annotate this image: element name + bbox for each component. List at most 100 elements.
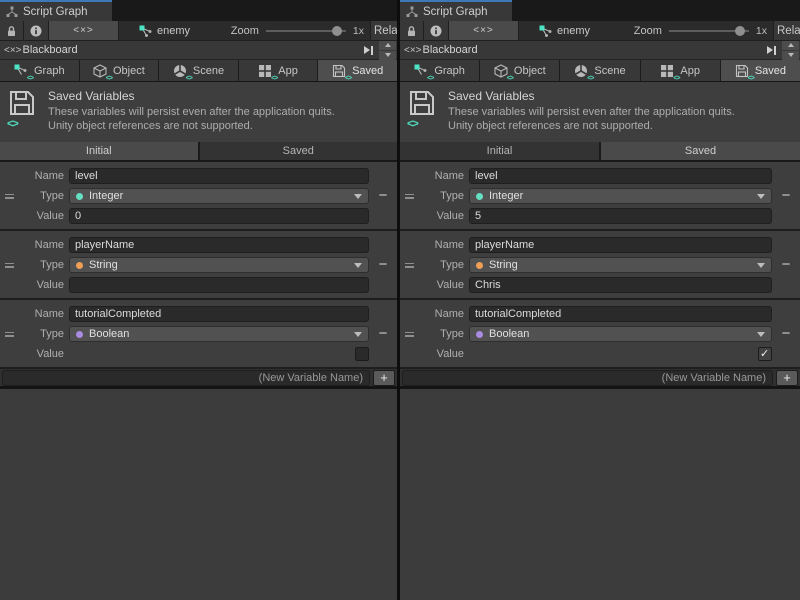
tab-object[interactable]: <> Object [480, 60, 559, 81]
new-variable-input[interactable]: (New Variable Name) [402, 370, 773, 386]
boolean-checkbox[interactable] [758, 347, 772, 361]
variable-value-input[interactable]: 5 [469, 208, 772, 224]
scroll-down-button[interactable] [379, 51, 396, 60]
code-badge-icon: <> [186, 75, 192, 82]
graph-icon [139, 25, 152, 37]
remove-variable-button[interactable]: − [782, 258, 791, 272]
remove-variable-button[interactable]: − [782, 189, 791, 203]
type-dropdown[interactable]: String [469, 257, 772, 273]
tab-label: Saved [755, 65, 786, 77]
value-label: Value [418, 348, 464, 360]
new-variable-input[interactable]: (New Variable Name) [2, 370, 370, 386]
drag-handle-icon[interactable] [0, 166, 18, 226]
object-cube-icon: <> [93, 64, 108, 78]
type-label: Type [18, 328, 64, 340]
type-color-dot [76, 331, 83, 338]
lock-button[interactable] [0, 21, 24, 40]
tab-app[interactable]: <> App [239, 60, 318, 81]
drag-handle-icon[interactable] [0, 235, 18, 295]
variable-value-input[interactable]: Chris [469, 277, 772, 293]
remove-variable-button[interactable]: − [379, 189, 388, 203]
remove-variable-button[interactable]: − [782, 327, 791, 341]
variable-row: Name level Type Integer Va [400, 162, 800, 231]
variable-value-input[interactable]: 0 [69, 208, 369, 224]
graph-icon: <> [414, 64, 429, 78]
tab-app[interactable]: <> App [641, 60, 720, 81]
type-dropdown[interactable]: Integer [469, 188, 772, 204]
lock-button[interactable] [400, 21, 424, 40]
drag-handle-icon[interactable] [400, 235, 418, 295]
app-grid-icon: <> [660, 64, 675, 78]
tab-saved-values[interactable]: Saved [601, 142, 800, 160]
drag-handle-icon[interactable] [400, 166, 418, 226]
scene-unity-icon: <> [173, 64, 188, 78]
floppy-disk-icon: <> [332, 64, 347, 78]
zoom-label: Zoom [634, 25, 662, 37]
chevron-down-icon [354, 194, 362, 199]
variables-icon: <×> [4, 45, 22, 56]
info-button[interactable] [424, 21, 449, 40]
zoom-slider-thumb[interactable] [332, 26, 342, 36]
zoom-value: 1x [353, 25, 364, 37]
add-variable-button[interactable]: + [373, 370, 395, 386]
graph-reference[interactable]: enemy [539, 21, 590, 40]
tab-saved[interactable]: <> Saved [318, 60, 397, 81]
tab-scene[interactable]: <> Scene [560, 60, 639, 81]
tab-graph[interactable]: <> Graph [400, 60, 479, 81]
window-tab-bar: Script Graph [400, 0, 800, 21]
dock-icon[interactable] [767, 46, 776, 55]
boolean-checkbox[interactable] [355, 347, 369, 361]
variable-name-input[interactable]: tutorialCompleted [469, 306, 772, 322]
type-value: Boolean [89, 328, 354, 340]
variable-name-input[interactable]: playerName [69, 237, 369, 253]
variable-name-input[interactable]: playerName [469, 237, 772, 253]
variable-name-input[interactable]: level [69, 168, 369, 184]
new-variable-placeholder: (New Variable Name) [662, 372, 766, 384]
name-label: Name [418, 239, 464, 251]
variable-name-input[interactable]: level [469, 168, 772, 184]
tab-initial[interactable]: Initial [0, 142, 198, 160]
zoom-slider[interactable] [669, 25, 749, 37]
tab-label: Graph [434, 65, 465, 77]
scroll-up-button[interactable] [379, 41, 396, 50]
variable-name-input[interactable]: tutorialCompleted [69, 306, 369, 322]
add-variable-button[interactable]: + [776, 370, 798, 386]
relations-button[interactable]: Rela [370, 21, 397, 40]
tab-label: Scene [193, 65, 224, 77]
name-label: Name [18, 170, 64, 182]
variable-value-input[interactable] [69, 277, 369, 293]
value-label: Value [18, 348, 64, 360]
graph-reference[interactable]: enemy [139, 21, 190, 40]
zoom-slider[interactable] [266, 25, 346, 37]
tab-initial[interactable]: Initial [400, 142, 599, 160]
tab-label: App [278, 65, 298, 77]
tab-saved-values[interactable]: Saved [200, 142, 398, 160]
script-graph-panel: Script Graph <×> [400, 0, 800, 600]
tab-scene[interactable]: <> Scene [159, 60, 238, 81]
blackboard-header: <×> Blackboard [400, 41, 800, 60]
type-dropdown[interactable]: String [69, 257, 369, 273]
remove-variable-button[interactable]: − [379, 327, 388, 341]
type-value: String [489, 259, 757, 271]
dock-icon[interactable] [364, 46, 373, 55]
tab-graph[interactable]: <> Graph [0, 60, 79, 81]
relations-button[interactable]: Rela [773, 21, 800, 40]
info-button[interactable] [24, 21, 49, 40]
graph-icon: <> [14, 64, 29, 78]
remove-variable-button[interactable]: − [379, 258, 388, 272]
tab-script-graph[interactable]: Script Graph [0, 0, 112, 21]
zoom-slider-thumb[interactable] [735, 26, 745, 36]
scroll-down-button[interactable] [782, 51, 799, 60]
scroll-up-button[interactable] [782, 41, 799, 50]
type-dropdown[interactable]: Boolean [469, 326, 772, 342]
tab-saved[interactable]: <> Saved [721, 60, 800, 81]
drag-handle-icon[interactable] [400, 304, 418, 364]
variable-row: Name tutorialCompleted Type Boolean [0, 300, 397, 369]
tab-script-graph[interactable]: Script Graph [400, 0, 512, 21]
drag-handle-icon[interactable] [0, 304, 18, 364]
type-dropdown[interactable]: Boolean [69, 326, 369, 342]
variables-toggle-button[interactable]: <×> [449, 21, 519, 40]
type-dropdown[interactable]: Integer [69, 188, 369, 204]
variables-toggle-button[interactable]: <×> [49, 21, 119, 40]
tab-object[interactable]: <> Object [80, 60, 159, 81]
